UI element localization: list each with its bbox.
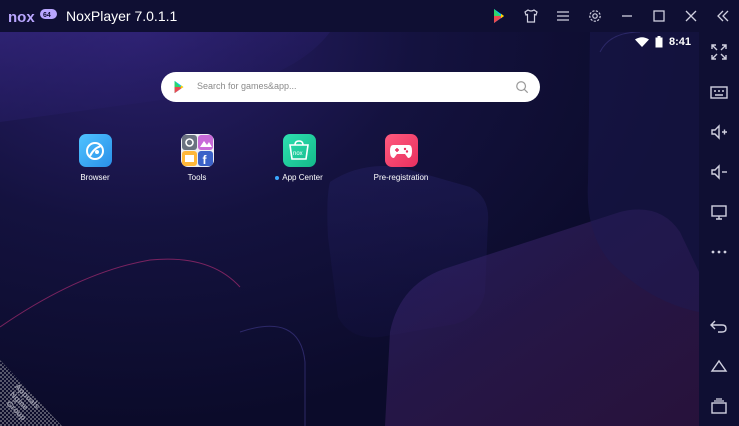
- browser-icon: [78, 134, 112, 167]
- settings-icon[interactable]: [579, 0, 611, 32]
- app-center-icon: nox: [282, 134, 316, 167]
- status-time: 8:41: [668, 36, 691, 48]
- watermark: Appuals Ngine Group: [0, 360, 62, 426]
- right-toolbar: [699, 32, 739, 426]
- search-icon[interactable]: [515, 80, 529, 94]
- app-label-browser: Browser: [80, 173, 110, 182]
- recent-apps-icon[interactable]: [707, 394, 731, 418]
- google-play-icon[interactable]: [483, 0, 515, 32]
- nox-logo: nox 64: [8, 9, 57, 25]
- keyboard-icon[interactable]: [707, 80, 731, 104]
- app-label-app-center: App Center: [275, 173, 323, 182]
- app-pre-registration[interactable]: Pre-registration: [356, 134, 446, 190]
- new-indicator-dot: [275, 175, 280, 180]
- home-icon[interactable]: [707, 354, 731, 378]
- tools-folder-icon: f: [180, 134, 214, 167]
- volume-up-icon[interactable]: [707, 120, 731, 144]
- logo-text: nox: [8, 9, 35, 25]
- google-play-icon: [174, 80, 184, 94]
- window-title: NoxPlayer 7.0.1.1: [66, 8, 178, 24]
- titlebar-controls: [483, 0, 739, 32]
- noxplayer-window: nox 64 NoxPlayer 7.0.1.1 8:41 Search for…: [0, 0, 739, 426]
- status-bar: 8:41: [634, 32, 699, 52]
- app-grid: Browser f Tools nox App Center Pre-regis…: [0, 134, 699, 194]
- search-bar[interactable]: Search for games&app...: [161, 72, 540, 102]
- battery-icon: [655, 36, 663, 48]
- theme-shirt-icon[interactable]: [515, 0, 547, 32]
- app-label-tools: Tools: [187, 173, 207, 182]
- app-app-center[interactable]: nox App Center: [254, 134, 344, 190]
- logo-badge: 64: [43, 12, 51, 19]
- app-browser[interactable]: Browser: [50, 134, 140, 190]
- pre-registration-icon: [384, 134, 418, 167]
- search-input[interactable]: Search for games&app...: [197, 81, 297, 91]
- volume-down-icon[interactable]: [707, 160, 731, 184]
- maximize-icon[interactable]: [643, 0, 675, 32]
- app-tools[interactable]: f Tools: [152, 134, 242, 190]
- minimize-icon[interactable]: [611, 0, 643, 32]
- screen-icon[interactable]: [707, 200, 731, 224]
- android-screen: 8:41 Search for games&app... Browser f T…: [0, 32, 699, 426]
- menu-icon[interactable]: [547, 0, 579, 32]
- back-icon[interactable]: [707, 314, 731, 338]
- fullscreen-icon[interactable]: [707, 40, 731, 64]
- app-center-label-text: App Center: [282, 173, 323, 182]
- svg-text:nox: nox: [293, 151, 303, 157]
- app-label-pre-registration: Pre-registration: [373, 173, 429, 182]
- collapse-sidebar-icon[interactable]: [707, 0, 739, 32]
- close-icon[interactable]: [675, 0, 707, 32]
- wifi-icon: [634, 36, 649, 47]
- more-icon[interactable]: [707, 240, 731, 264]
- title-bar: nox 64 NoxPlayer 7.0.1.1: [0, 0, 739, 32]
